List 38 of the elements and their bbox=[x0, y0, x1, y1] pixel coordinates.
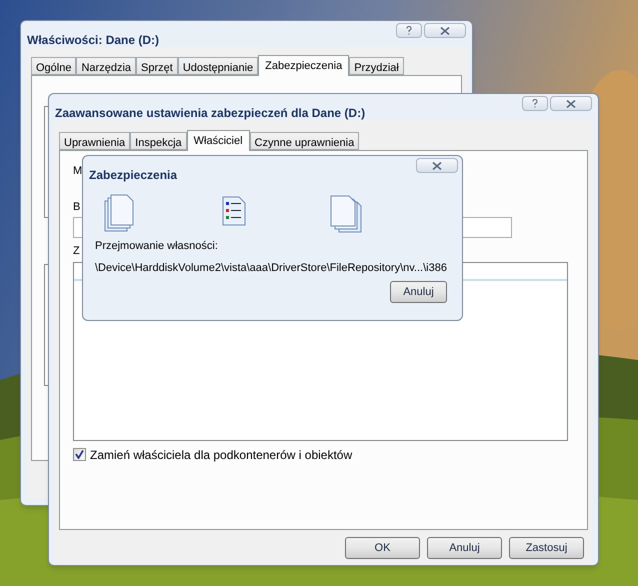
tab[interactable]: Sprzęt bbox=[136, 57, 178, 75]
cancel-button[interactable]: Anuluj bbox=[390, 281, 447, 303]
label: Z bbox=[73, 244, 80, 259]
tab[interactable]: Właściciel bbox=[186, 130, 250, 151]
tab[interactable]: Narzędzia bbox=[76, 57, 136, 75]
tab[interactable]: Inspekcja bbox=[130, 132, 187, 150]
dialog-button[interactable]: OK bbox=[345, 537, 420, 559]
tab[interactable]: Udostępnianie bbox=[178, 57, 258, 75]
help-icon bbox=[406, 26, 412, 35]
file-path: \Device\HarddiskVolume2\vista\aaa\DriverStore\FileRepository\nv...\i386 bbox=[95, 260, 448, 276]
dialog-button[interactable]: Anuluj bbox=[427, 537, 502, 559]
tab[interactable]: Uprawnienia bbox=[59, 132, 130, 150]
tab[interactable]: Przydział bbox=[349, 57, 404, 75]
list-document-icon bbox=[222, 196, 246, 226]
close-button[interactable] bbox=[550, 96, 592, 111]
window-title: Właściwości: Dane (D:) bbox=[27, 32, 160, 49]
close-button[interactable] bbox=[416, 158, 458, 173]
help-button[interactable] bbox=[522, 96, 548, 111]
tab[interactable]: Czynne uprawnienia bbox=[250, 132, 360, 150]
checkbox-label: Zamień właściciela dla podkontenerów i obiektów bbox=[90, 446, 352, 464]
documents-icon bbox=[330, 195, 362, 233]
window-title: Zaawansowane ustawienia zabezpieczeń dla Dane (D:) bbox=[55, 105, 366, 122]
checkbox[interactable] bbox=[73, 448, 86, 461]
dialog-button[interactable]: Zastosuj bbox=[509, 537, 584, 559]
progress-label: Przejmowanie własności: bbox=[95, 239, 219, 254]
close-icon bbox=[566, 100, 576, 108]
documents-icon bbox=[104, 194, 136, 232]
close-button[interactable] bbox=[424, 23, 466, 38]
tab[interactable]: Ogólne bbox=[31, 57, 76, 75]
help-button[interactable] bbox=[396, 23, 422, 38]
label: M bbox=[73, 164, 82, 179]
close-icon bbox=[432, 162, 442, 170]
label: B bbox=[73, 200, 80, 214]
close-icon bbox=[440, 26, 450, 34]
window-title: Zabezpieczenia bbox=[89, 167, 178, 184]
help-icon bbox=[532, 99, 538, 108]
check-icon bbox=[75, 450, 84, 459]
tab[interactable]: Zabezpieczenia bbox=[258, 55, 350, 76]
